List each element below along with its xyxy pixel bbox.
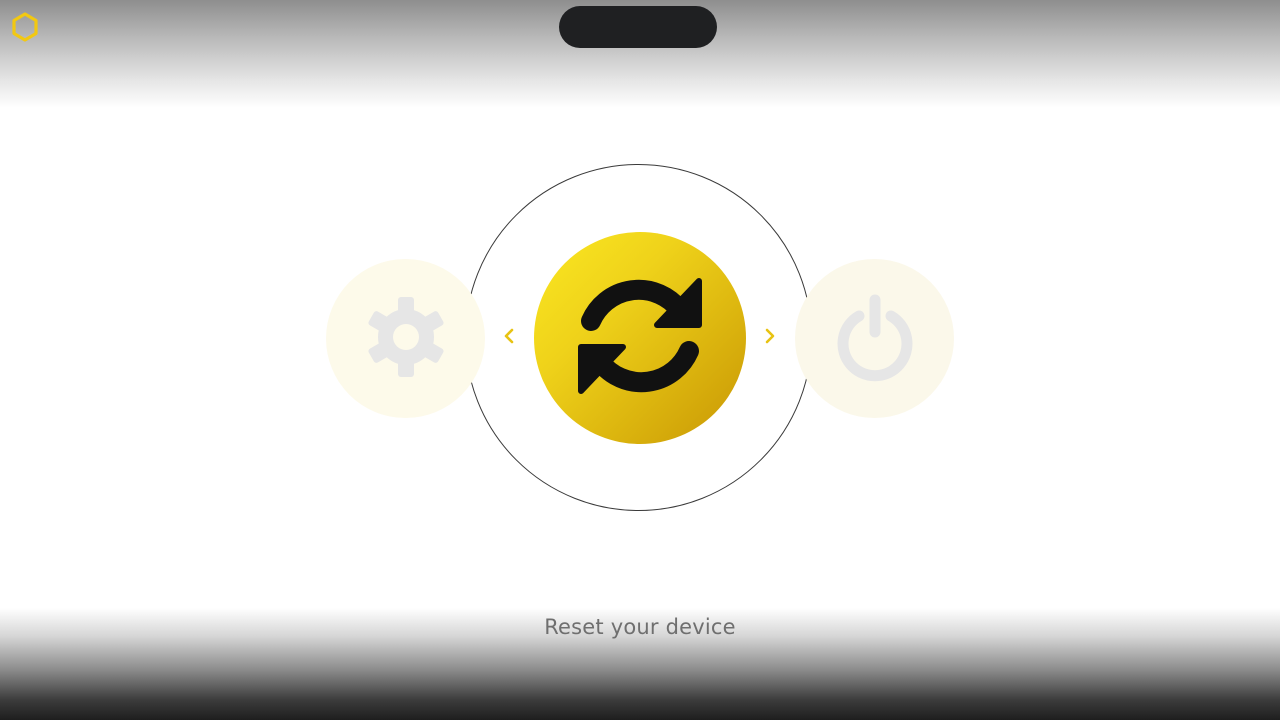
power-button[interactable] bbox=[795, 259, 954, 418]
power-icon bbox=[833, 292, 917, 386]
settings-button[interactable] bbox=[326, 259, 485, 418]
device-screen: Reset your device bbox=[0, 0, 1280, 720]
gear-icon bbox=[364, 295, 448, 383]
chevron-right-icon bbox=[764, 328, 776, 348]
camera-notch bbox=[559, 6, 717, 48]
action-caption: Reset your device bbox=[544, 615, 736, 639]
refresh-icon bbox=[575, 271, 705, 405]
chevron-left-icon bbox=[503, 328, 515, 348]
hexagon-logo-icon bbox=[10, 11, 40, 43]
previous-arrow[interactable] bbox=[501, 328, 517, 348]
reset-button[interactable] bbox=[534, 232, 746, 444]
next-arrow[interactable] bbox=[762, 328, 778, 348]
